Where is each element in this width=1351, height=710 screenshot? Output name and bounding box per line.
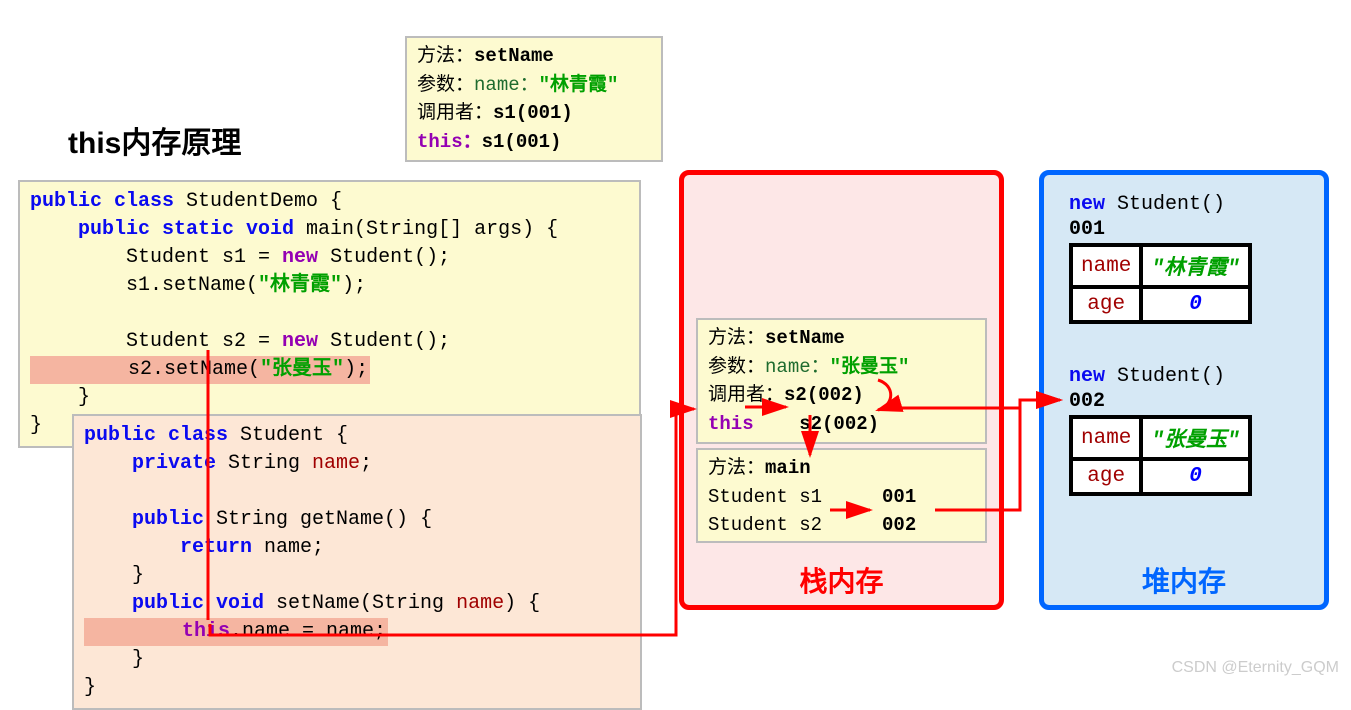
stack-label: 栈内存 — [684, 560, 999, 600]
code-student: public class Student { private String na… — [72, 414, 642, 710]
label: 调用者： — [417, 102, 493, 124]
t: } — [30, 386, 90, 409]
t: public void — [84, 592, 276, 615]
label: 方法： — [417, 45, 474, 67]
field-name: age — [1071, 287, 1141, 322]
t: ); — [342, 274, 366, 297]
t: s2(002) — [784, 384, 864, 406]
heap-label: 堆内存 — [1044, 560, 1324, 600]
field-value: "林青霞" — [1141, 245, 1249, 287]
stack-memory: 方法：setName 参数：name："张曼玉" 调用者：s2(002) thi… — [679, 170, 1004, 610]
t: ); — [344, 358, 368, 381]
t: Student s2 = — [30, 330, 282, 353]
t: "林青霞" — [258, 274, 342, 297]
t: 方法： — [708, 327, 765, 349]
this-value: s1(001) — [482, 131, 562, 153]
page-title: this内存原理 — [68, 118, 241, 162]
t: Student(); — [330, 330, 450, 353]
t: Student s1 — [708, 486, 822, 508]
t: } — [30, 414, 42, 437]
t: name — [456, 592, 504, 615]
t: Student(); — [330, 246, 450, 269]
field-value: 0 — [1141, 287, 1249, 322]
t — [84, 480, 96, 503]
param-value: "林青霞" — [539, 74, 619, 96]
code-studentdemo: public class StudentDemo { public static… — [18, 180, 641, 448]
t: 001 — [882, 486, 916, 508]
t: 002 — [882, 514, 916, 536]
t: } — [84, 648, 144, 671]
field-value: 0 — [1141, 459, 1249, 494]
t: return — [84, 536, 264, 559]
t: setName — [765, 327, 845, 349]
this-label: this： — [417, 131, 482, 153]
t: ) { — [504, 592, 540, 615]
t: 参数： — [708, 356, 765, 378]
t: new — [282, 330, 330, 353]
t: main — [765, 457, 811, 479]
stack-frame-main: 方法：main Student s1 001 Student s2 002 — [696, 448, 987, 543]
field-value: "张曼玉" — [1141, 417, 1249, 459]
t: s2.setName( — [32, 358, 260, 381]
t — [86, 620, 182, 643]
t: .name = name; — [230, 620, 386, 643]
t: ; — [360, 452, 372, 475]
t: String — [228, 452, 312, 475]
t: main(String[] args) { — [306, 218, 558, 241]
t: public class — [30, 190, 186, 213]
param-name: name： — [474, 74, 539, 96]
t: this — [708, 413, 754, 435]
t: name： — [765, 356, 830, 378]
t: Student() — [1117, 365, 1225, 388]
object-id: 002 — [1069, 390, 1252, 413]
t: public — [84, 508, 216, 531]
t: String getName() { — [216, 508, 432, 531]
stack-frame-setname: 方法：setName 参数：name："张曼玉" 调用者：s2(002) thi… — [696, 318, 987, 444]
t: s1.setName( — [30, 274, 258, 297]
t: 调用者： — [708, 384, 784, 406]
top-frame-box: 方法：setName 参数：name："林青霞" 调用者：s1(001) thi… — [405, 36, 663, 162]
label: 参数： — [417, 74, 474, 96]
field-name: name — [1071, 245, 1141, 287]
heap-object-002: new Student() 002 name"张曼玉" age0 — [1069, 365, 1252, 496]
t: public class — [84, 424, 240, 447]
object-table: name"林青霞" age0 — [1069, 243, 1252, 324]
object-table: name"张曼玉" age0 — [1069, 415, 1252, 496]
t: 方法： — [708, 457, 765, 479]
t: "张曼玉" — [830, 356, 910, 378]
t — [30, 302, 42, 325]
t: name — [312, 452, 360, 475]
t: StudentDemo { — [186, 190, 342, 213]
highlighted-line: this.name = name; — [84, 618, 388, 646]
watermark: CSDN @Eternity_GQM — [1172, 659, 1339, 677]
object-id: 001 — [1069, 218, 1252, 241]
t: Student { — [240, 424, 348, 447]
t: this — [182, 620, 230, 643]
t: new — [1069, 365, 1117, 388]
t: } — [84, 676, 96, 699]
t: private — [84, 452, 228, 475]
t: name; — [264, 536, 324, 559]
t: setName(String — [276, 592, 456, 615]
t: "张曼玉" — [260, 358, 344, 381]
heap-object-001: new Student() 001 name"林青霞" age0 — [1069, 193, 1252, 324]
t: new — [282, 246, 330, 269]
caller: s1(001) — [493, 102, 573, 124]
t: Student s2 — [708, 514, 822, 536]
t: public static void — [30, 218, 306, 241]
field-name: age — [1071, 459, 1141, 494]
t: new — [1069, 193, 1117, 216]
field-name: name — [1071, 417, 1141, 459]
t: s2(002) — [799, 413, 879, 435]
heap-memory: new Student() 001 name"林青霞" age0 new Stu… — [1039, 170, 1329, 610]
t: Student s1 = — [30, 246, 282, 269]
t: Student() — [1117, 193, 1225, 216]
t: } — [84, 564, 144, 587]
method-name: setName — [474, 45, 554, 67]
highlighted-line: s2.setName("张曼玉"); — [30, 356, 370, 384]
